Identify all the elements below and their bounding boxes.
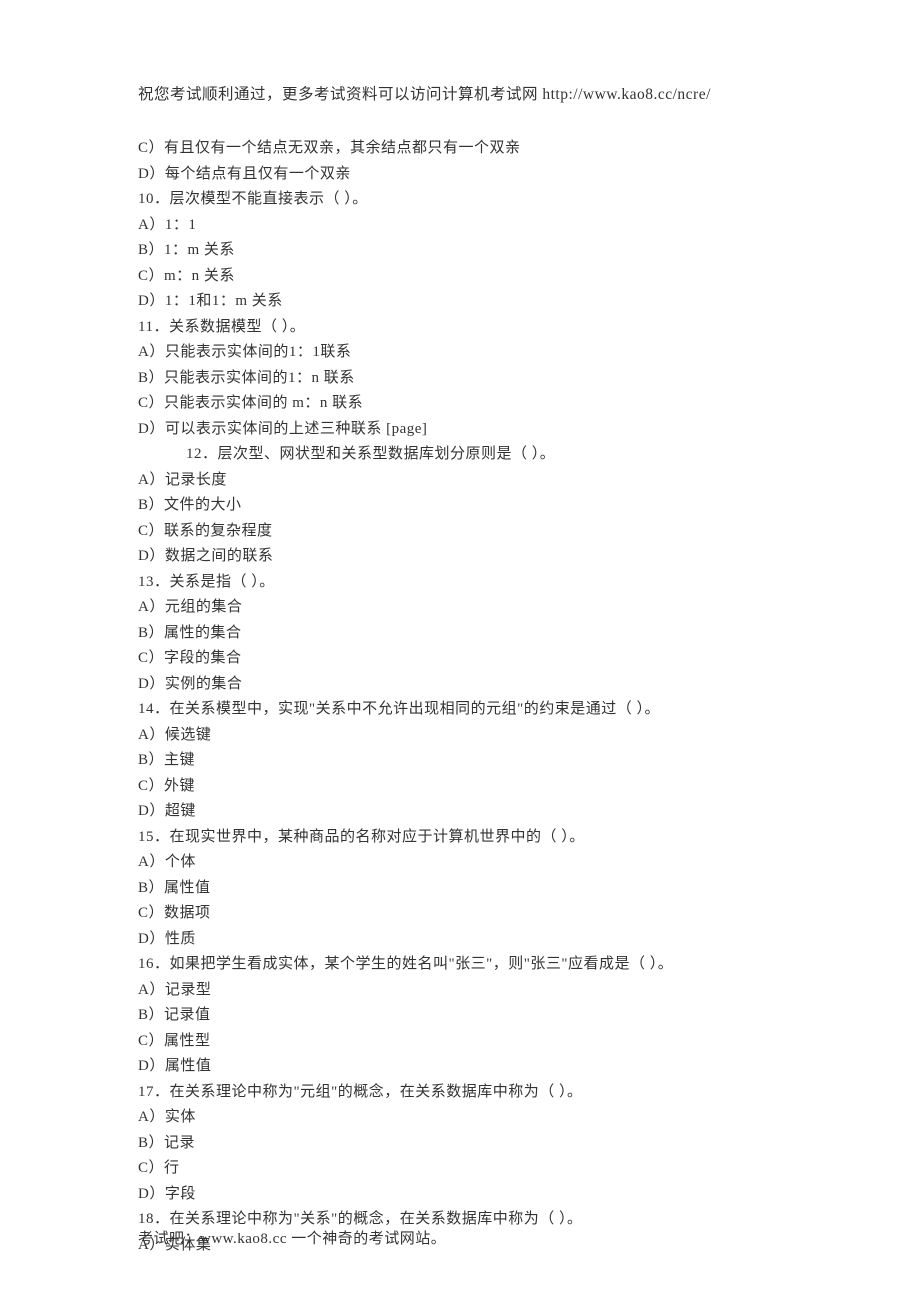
- text-line: D）每个结点有且仅有一个双亲: [138, 162, 782, 188]
- text-line: A）元组的集合: [138, 595, 782, 621]
- page-footer: 考试吧：www.kao8.cc 一个神奇的考试网站。: [138, 1227, 446, 1248]
- text-line: 14．在关系模型中，实现"关系中不允许出现相同的元组"的约束是通过（ ）。: [138, 697, 782, 723]
- text-line: 15．在现实世界中，某种商品的名称对应于计算机世界中的（ ）。: [138, 825, 782, 851]
- text-line: A）记录长度: [138, 468, 782, 494]
- text-line: 13．关系是指（ ）。: [138, 570, 782, 596]
- text-line: 17．在关系理论中称为"元组"的概念，在关系数据库中称为（ ）。: [138, 1080, 782, 1106]
- text-line: B）属性的集合: [138, 621, 782, 647]
- content-body: C）有且仅有一个结点无双亲，其余结点都只有一个双亲D）每个结点有且仅有一个双亲1…: [138, 136, 782, 1258]
- page-header: 祝您考试顺利通过，更多考试资料可以访问计算机考试网 http://www.kao…: [138, 82, 782, 104]
- text-line: C）字段的集合: [138, 646, 782, 672]
- text-line: A）实体: [138, 1105, 782, 1131]
- page-container: 祝您考试顺利通过，更多考试资料可以访问计算机考试网 http://www.kao…: [0, 0, 920, 1258]
- text-line: A）候选键: [138, 723, 782, 749]
- text-line: B）记录: [138, 1131, 782, 1157]
- text-line: D）1：1和1：m 关系: [138, 289, 782, 315]
- text-line: B）属性值: [138, 876, 782, 902]
- text-line: A）1：1: [138, 213, 782, 239]
- text-line: D）数据之间的联系: [138, 544, 782, 570]
- text-line: 11．关系数据模型（ ）。: [138, 315, 782, 341]
- text-line: 10．层次模型不能直接表示（ ）。: [138, 187, 782, 213]
- text-line: C）行: [138, 1156, 782, 1182]
- text-line: D）属性值: [138, 1054, 782, 1080]
- text-line: D）性质: [138, 927, 782, 953]
- text-line: C）有且仅有一个结点无双亲，其余结点都只有一个双亲: [138, 136, 782, 162]
- text-line: D）实例的集合: [138, 672, 782, 698]
- text-line: A）个体: [138, 850, 782, 876]
- text-line: A）只能表示实体间的1：1联系: [138, 340, 782, 366]
- text-line: D）字段: [138, 1182, 782, 1208]
- text-line: A）记录型: [138, 978, 782, 1004]
- text-line: 16．如果把学生看成实体，某个学生的姓名叫"张三"，则"张三"应看成是（ ）。: [138, 952, 782, 978]
- text-line: C）m：n 关系: [138, 264, 782, 290]
- text-line: C）外键: [138, 774, 782, 800]
- text-line: C）联系的复杂程度: [138, 519, 782, 545]
- text-line: B）文件的大小: [138, 493, 782, 519]
- text-line: C）属性型: [138, 1029, 782, 1055]
- text-line: B）记录值: [138, 1003, 782, 1029]
- text-line: C）只能表示实体间的 m：n 联系: [138, 391, 782, 417]
- text-line: B）1：m 关系: [138, 238, 782, 264]
- text-line: 12．层次型、网状型和关系型数据库划分原则是（ ）。: [138, 442, 782, 468]
- text-line: B）主键: [138, 748, 782, 774]
- text-line: B）只能表示实体间的1：n 联系: [138, 366, 782, 392]
- text-line: D）超键: [138, 799, 782, 825]
- text-line: C）数据项: [138, 901, 782, 927]
- text-line: D）可以表示实体间的上述三种联系 [page]: [138, 417, 782, 443]
